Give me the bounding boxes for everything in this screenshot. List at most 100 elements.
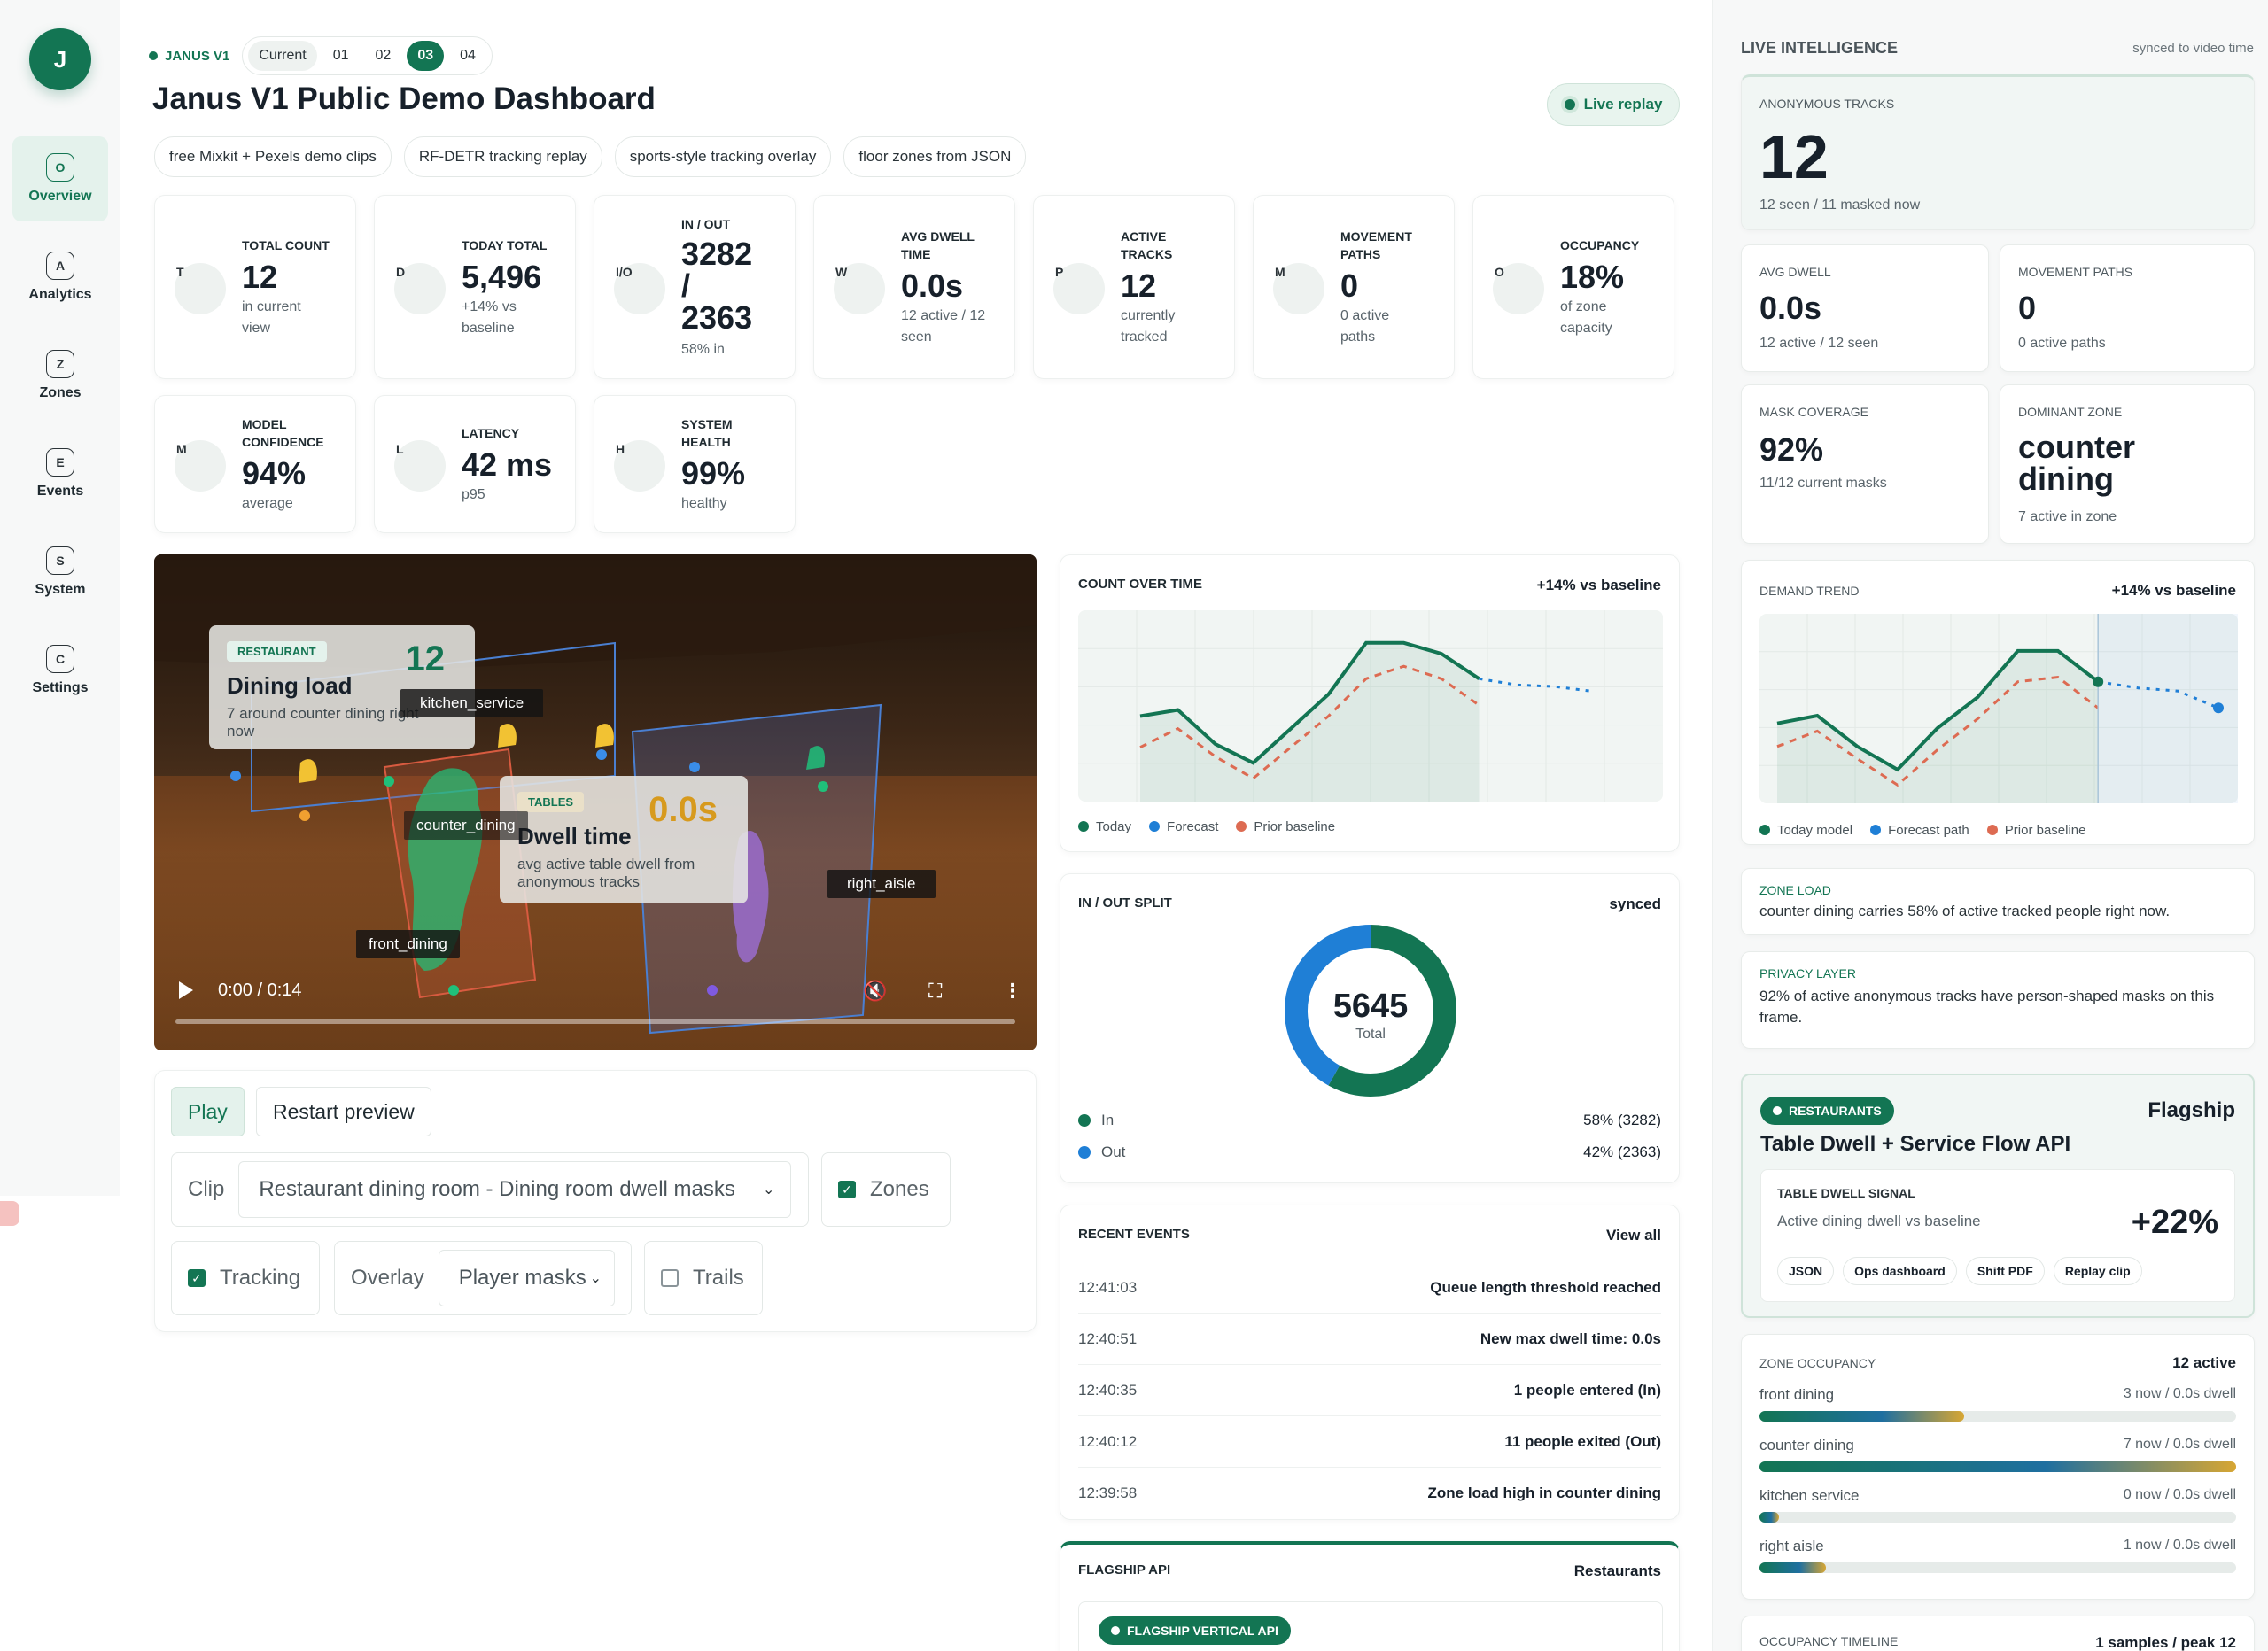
overlay-field: Overlay Player masks ⌄ xyxy=(334,1241,632,1315)
demand-label: DEMAND TREND xyxy=(1759,584,1860,598)
chip-tracking-replay[interactable]: RF-DETR tracking replay xyxy=(403,136,602,177)
legend-today-label: Today xyxy=(1096,819,1132,834)
chip-tracking-overlay[interactable]: sports-style tracking overlay xyxy=(614,136,832,177)
logo-avatar[interactable]: J xyxy=(29,28,91,90)
version-04[interactable]: 04 xyxy=(449,41,486,71)
movement-value: 0 xyxy=(2018,290,2037,326)
restaurants-badge: RESTAURANTS xyxy=(1760,1097,1894,1125)
zone-bar xyxy=(1759,1461,2236,1472)
zone-label-right-aisle: right_aisle xyxy=(827,870,936,898)
nav-settings[interactable]: C Settings xyxy=(12,628,108,713)
event-row[interactable]: 12:41:03 Queue length threshold reached xyxy=(1078,1262,1661,1314)
flagship-title: Table Dwell + Service Flow API xyxy=(1760,1132,2071,1156)
event-row[interactable]: 12:40:12 11 people exited (Out) xyxy=(1078,1416,1661,1468)
chevron-down-icon: ⌄ xyxy=(589,1271,602,1286)
clip-field: Clip Restaurant dining room - Dining roo… xyxy=(171,1152,809,1227)
kpi-label: OCCUPANCY xyxy=(1560,238,1640,252)
more-options-icon[interactable]: ⋮ xyxy=(1003,980,1022,1003)
restaurants-badge-label: RESTAURANTS xyxy=(1789,1104,1882,1118)
event-text: 11 people exited (Out) xyxy=(1504,1432,1661,1450)
live-replay-button[interactable]: Live replay xyxy=(1547,83,1680,126)
video-play-icon[interactable] xyxy=(179,981,193,999)
mute-icon[interactable]: 🔇 xyxy=(863,980,887,1003)
tag-ops-dashboard[interactable]: Ops dashboard xyxy=(1843,1257,1957,1285)
kpi-label: LATENCY xyxy=(462,426,520,440)
badge-dot-icon xyxy=(1111,1626,1120,1635)
kpi-label: ACTIVE TRACKS xyxy=(1121,229,1173,261)
zone-bar-fill xyxy=(1759,1411,1965,1422)
nav-events[interactable]: E Events xyxy=(12,431,108,516)
avg-dwell-card: AVG DWELL 0.0s 12 active / 12 seen xyxy=(1741,244,1989,372)
tag-shift-pdf[interactable]: Shift PDF xyxy=(1965,1257,2045,1285)
legend-prior-baseline: Prior baseline xyxy=(1986,823,2086,838)
zone-bar xyxy=(1759,1512,2236,1523)
version-02[interactable]: 02 xyxy=(365,41,402,71)
event-row[interactable]: 12:40:51 New max dwell time: 0.0s xyxy=(1078,1314,1661,1365)
signal-tags: JSON Ops dashboard Shift PDF Replay clip xyxy=(1777,1257,2142,1285)
forecast-end-point xyxy=(2213,702,2224,714)
trails-toggle[interactable]: Trails xyxy=(644,1241,763,1315)
version-current[interactable]: Current xyxy=(248,41,317,71)
version-03[interactable]: 03 xyxy=(407,41,445,71)
restart-preview-button[interactable]: Restart preview xyxy=(256,1087,431,1136)
trails-checkbox[interactable] xyxy=(661,1269,679,1287)
event-row[interactable]: 12:39:58 Zone load high in counter dinin… xyxy=(1078,1468,1661,1519)
clip-select[interactable]: Restaurant dining room - Dining room dwe… xyxy=(238,1161,792,1218)
version-01[interactable]: 01 xyxy=(322,41,360,71)
chip-demo-clips[interactable]: free Mixkit + Pexels demo clips xyxy=(154,136,392,177)
legend-prior-baseline-label: Prior baseline xyxy=(2004,823,2086,838)
tracks-sub: 12 seen / 11 masked now xyxy=(1759,198,1921,213)
chevron-down-icon: ⌄ xyxy=(762,1182,775,1198)
timeline-summary: 1 samples / peak 12 xyxy=(2095,1634,2236,1651)
tracking-toggle[interactable]: ✓ Tracking xyxy=(171,1241,320,1315)
kpi-letter: I/O xyxy=(616,265,633,279)
event-row[interactable]: 12:40:35 1 people entered (In) xyxy=(1078,1365,1661,1416)
zones-checkbox[interactable]: ✓ xyxy=(838,1181,856,1198)
tag-replay-clip[interactable]: Replay clip xyxy=(2053,1257,2142,1285)
tracks-label: ANONYMOUS TRACKS xyxy=(1759,97,1895,111)
count-chart-title: COUNT OVER TIME xyxy=(1078,577,1203,592)
kpi-today-total: D TODAY TOTAL 5,496 +14% vs baseline xyxy=(374,195,576,379)
signal-value: +22% xyxy=(2131,1204,2218,1241)
legend-dot-icon xyxy=(1236,821,1247,832)
live-replay-label: Live replay xyxy=(1583,96,1663,112)
in-dot-icon xyxy=(1078,1114,1091,1127)
nav-overview[interactable]: O Overview xyxy=(12,136,108,221)
view-all-link[interactable]: View all xyxy=(1606,1227,1661,1244)
event-text: 1 people entered (In) xyxy=(1513,1381,1661,1399)
chip-floor-zones[interactable]: floor zones from JSON xyxy=(843,136,1027,177)
flagship-label: Flagship xyxy=(2148,1098,2235,1122)
zone-name: kitchen service xyxy=(1759,1487,1860,1504)
analytics-icon: A xyxy=(46,252,74,280)
brand-row: JANUS V1 Current 01 02 03 04 xyxy=(149,35,493,76)
kpi-label: TOTAL COUNT xyxy=(242,238,330,252)
count-chart-delta: +14% vs baseline xyxy=(1536,577,1661,593)
tracking-checkbox[interactable]: ✓ xyxy=(188,1269,206,1287)
tag-json[interactable]: JSON xyxy=(1777,1257,1835,1285)
fullscreen-icon[interactable]: ⛶ xyxy=(928,980,942,1003)
play-button[interactable]: Play xyxy=(171,1087,245,1136)
legend-dot-icon xyxy=(1078,821,1089,832)
donut-total-label: Total xyxy=(1355,1027,1386,1042)
kpi-label: SYSTEM HEALTH xyxy=(681,417,733,449)
kpi-occupancy: O OCCUPANCY 18% of zone capacity xyxy=(1472,195,1674,379)
overlay-select[interactable]: Player masks ⌄ xyxy=(438,1250,615,1306)
recent-events-panel: RECENT EVENTS View all 12:41:03 Queue le… xyxy=(1060,1205,1680,1520)
dominant-sub: 7 active in zone xyxy=(2018,509,2117,524)
demand-legend: Today model Forecast path Prior baseline xyxy=(1759,823,2086,838)
zone-label-counter-dining: counter_dining xyxy=(404,811,528,840)
movement-label: MOVEMENT PATHS xyxy=(2018,265,2133,279)
zones-toggle[interactable]: ✓ Zones xyxy=(821,1152,951,1227)
dwell-time-card: TABLES Dwell time avg active table dwell… xyxy=(500,776,748,903)
video-seek-bar[interactable] xyxy=(175,1019,1015,1024)
nav-analytics[interactable]: A Analytics xyxy=(12,235,108,320)
mask-value: 92% xyxy=(1759,431,1824,468)
nav-system[interactable]: S System xyxy=(12,530,108,615)
legend-forecast-label: Forecast xyxy=(1167,819,1219,834)
dwell-time-sub: avg active table dwell from anonymous tr… xyxy=(517,856,695,890)
privacy-text: 92% of active anonymous tracks have pers… xyxy=(1759,988,2215,1026)
nav-zones[interactable]: Z Zones xyxy=(12,333,108,418)
kpi-sub: currently tracked xyxy=(1121,308,1176,345)
rss-icon[interactable] xyxy=(0,1201,19,1226)
video-player[interactable]: RESTAURANT Dining load 7 around counter … xyxy=(154,554,1037,1050)
